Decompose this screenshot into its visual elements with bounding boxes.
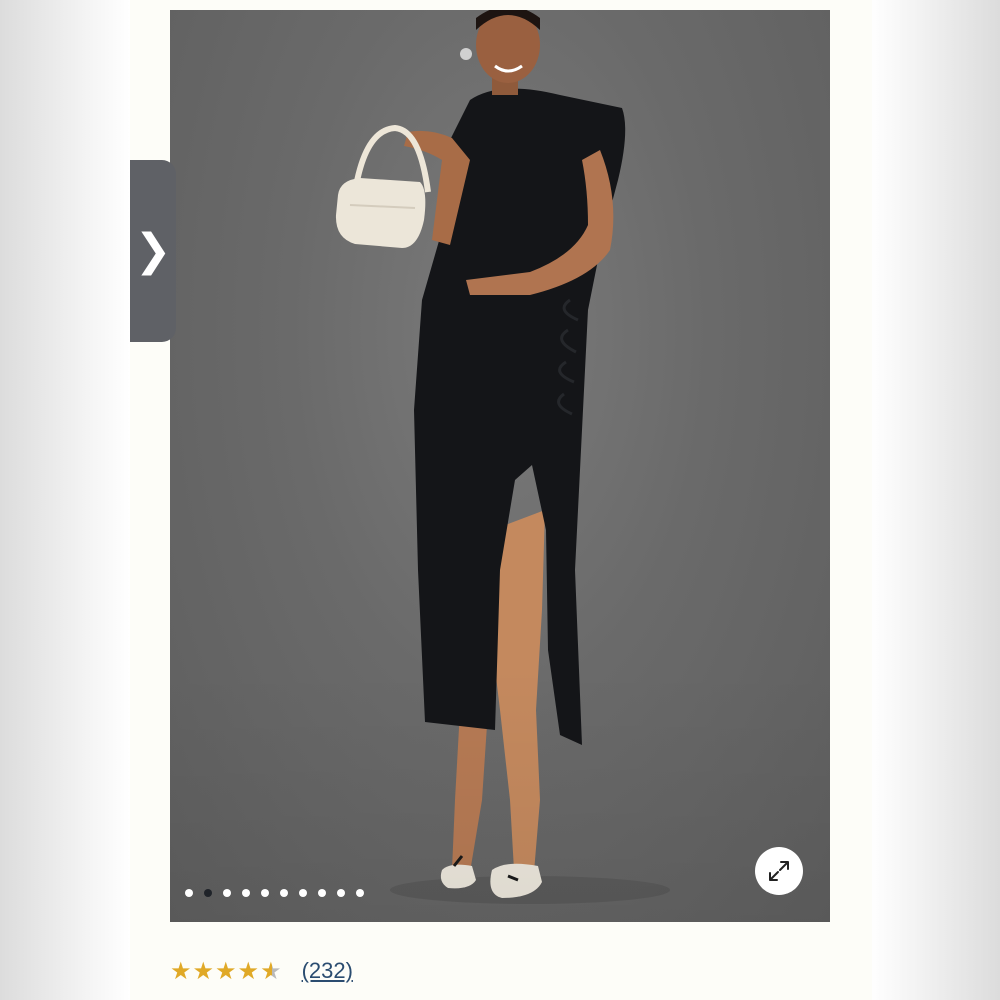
- slide-dot[interactable]: [337, 889, 345, 897]
- product-rating: ★ ★ ★ ★ ★ (232): [170, 958, 353, 984]
- slide-dot[interactable]: [204, 889, 212, 897]
- review-count-link[interactable]: (232): [302, 958, 353, 984]
- slide-dot[interactable]: [356, 889, 364, 897]
- chevron-right-icon: ❯: [134, 225, 172, 276]
- slide-dot[interactable]: [280, 889, 288, 897]
- star-icon: ★: [260, 957, 282, 985]
- product-image-gallery[interactable]: [170, 10, 830, 922]
- expand-image-button[interactable]: [755, 847, 803, 895]
- backdrop-floor: [170, 662, 830, 922]
- star-icon: ★: [215, 957, 237, 985]
- star-icon: ★: [192, 957, 215, 985]
- star-rating: ★ ★ ★ ★ ★: [170, 959, 282, 983]
- previous-slide-button[interactable]: ❯: [130, 160, 176, 342]
- slide-dot[interactable]: [299, 889, 307, 897]
- slide-indicator: [185, 889, 364, 897]
- slide-dot[interactable]: [185, 889, 193, 897]
- star-icon: ★: [170, 957, 192, 985]
- slide-dot[interactable]: [261, 889, 269, 897]
- slide-dot[interactable]: [242, 889, 250, 897]
- slide-dot[interactable]: [318, 889, 326, 897]
- slide-dot[interactable]: [223, 889, 231, 897]
- expand-arrows-icon: [769, 861, 789, 881]
- star-icon: ★: [237, 957, 260, 985]
